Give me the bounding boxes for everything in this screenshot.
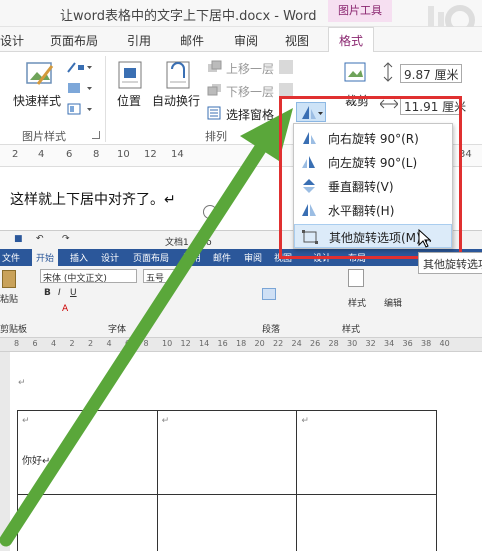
rotate-right-icon xyxy=(303,132,316,144)
tooltip: 其他旋转选项 xyxy=(418,252,482,274)
menu-item-rotate-left[interactable]: 向左旋转 90°(L) xyxy=(294,150,452,174)
menu-item-label: 向左旋转 90°(L) xyxy=(328,156,418,170)
menu-item-label: 向右旋转 90°(R) xyxy=(328,132,419,146)
rotate-left-icon xyxy=(302,156,315,168)
mouse-cursor-icon xyxy=(418,229,432,248)
menu-item-flip-horizontal[interactable]: 水平翻转(H) xyxy=(294,198,452,222)
flip-vertical-icon xyxy=(303,179,315,193)
menu-item-label: 水平翻转(H) xyxy=(328,204,395,218)
menu-item-rotate-right[interactable]: 向右旋转 90°(R) xyxy=(294,126,452,150)
more-rotation-options-icon xyxy=(302,230,318,244)
menu-item-flip-vertical[interactable]: 垂直翻转(V) xyxy=(294,174,452,198)
screenshot-root: 让word表格中的文字上下居中.docx - Word 图片工具 设计 页面布局… xyxy=(0,0,482,551)
flip-horizontal-icon xyxy=(302,204,316,216)
green-arrow-annotation xyxy=(0,108,293,547)
menu-item-label: 垂直翻转(V) xyxy=(328,180,394,194)
menu-item-label: 其他旋转选项(M)... xyxy=(329,231,433,245)
